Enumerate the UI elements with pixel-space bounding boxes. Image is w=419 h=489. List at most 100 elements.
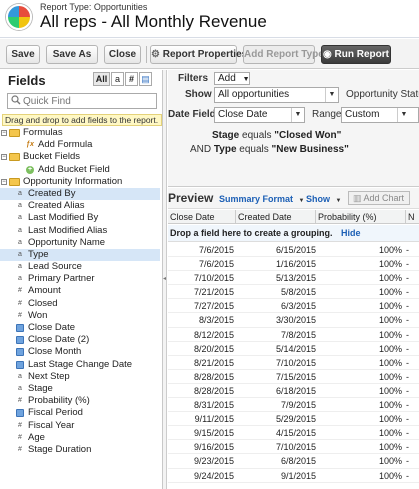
table-cell: 6/18/2015 xyxy=(275,385,316,396)
table-row: 9/16/2015 7/10/2015 100% - xyxy=(168,440,419,455)
date-field-icon xyxy=(16,348,24,357)
filter-text-icon[interactable]: a xyxy=(111,72,124,86)
table-cell: 5/14/2015 xyxy=(275,343,316,354)
show-label: Show xyxy=(185,89,212,100)
run-report-button[interactable]: ◉ Run Report xyxy=(321,45,391,64)
field-item[interactable]: Fiscal Period xyxy=(0,407,160,419)
filters-panel: Filters Add ▼ Show All opportunities ▼ O… xyxy=(168,70,419,187)
field-item-label: Fiscal Year xyxy=(28,419,75,431)
number-field-icon: # xyxy=(18,287,22,295)
field-item-label: Last Modified By xyxy=(28,212,99,224)
run-icon: ◉ xyxy=(323,49,332,60)
table-cell: - xyxy=(406,287,409,298)
field-item[interactable]: Close Date xyxy=(0,322,160,334)
field-item[interactable]: # Stage Duration xyxy=(0,444,160,456)
field-item[interactable]: a Last Modified Alias xyxy=(0,225,160,237)
column-header[interactable]: Created Date xyxy=(236,210,316,224)
number-field-icon: # xyxy=(18,421,22,429)
table-row: 7/27/2015 6/3/2015 100% - xyxy=(168,299,419,314)
panel-splitter[interactable]: ◂ xyxy=(163,70,167,489)
field-item[interactable]: Close Date (2) xyxy=(0,334,160,346)
field-folder[interactable]: − Opportunity Information xyxy=(0,176,160,188)
field-item[interactable]: Last Stage Change Date xyxy=(0,359,160,371)
field-item-label: Won xyxy=(28,309,48,321)
table-row: 8/28/2015 7/15/2015 100% - xyxy=(168,370,419,384)
filter-all-button[interactable]: All xyxy=(93,72,110,86)
table-cell: 7/9/2015 xyxy=(280,400,316,411)
save-button[interactable]: Save xyxy=(6,45,40,64)
column-header[interactable]: Close Date xyxy=(168,210,236,224)
text-field-icon: a xyxy=(18,384,22,392)
table-cell: 6/15/2015 xyxy=(275,245,316,255)
summary-format-menu[interactable]: Summary Format ▼ xyxy=(219,194,305,204)
table-cell: 9/16/2015 xyxy=(193,442,234,453)
table-row: 7/6/2015 1/16/2015 100% - xyxy=(168,257,419,272)
field-item-label: Created By xyxy=(28,187,76,199)
field-item[interactable]: ƒx Add Formula xyxy=(0,139,160,151)
field-item[interactable]: # Age xyxy=(0,432,160,444)
field-item[interactable]: # Won xyxy=(0,310,160,322)
grouping-drop-zone[interactable]: Drop a field here to create a grouping. … xyxy=(168,225,419,242)
filter-date-icon[interactable]: ▤ xyxy=(139,72,152,86)
show-menu[interactable]: Show ▼ xyxy=(306,194,341,204)
table-cell: - xyxy=(406,245,409,255)
field-item[interactable]: # Fiscal Year xyxy=(0,420,160,432)
table-row: 7/6/2015 6/15/2015 100% - xyxy=(168,243,419,258)
table-cell: - xyxy=(406,456,409,467)
table-cell: - xyxy=(406,357,409,368)
collapse-toggle-icon[interactable]: − xyxy=(1,130,7,136)
table-cell: 7/6/2015 xyxy=(198,259,234,270)
collapse-toggle-icon[interactable]: − xyxy=(1,154,7,161)
table-row: 9/24/2015 9/1/2015 100% - xyxy=(168,469,419,483)
table-cell: 7/6/2015 xyxy=(198,245,234,255)
field-item[interactable]: + Add Bucket Field xyxy=(0,164,160,176)
field-folder-label: Formulas xyxy=(23,127,63,138)
quick-find-input[interactable] xyxy=(23,95,153,107)
field-item[interactable]: a Next Step xyxy=(0,371,160,383)
show-select[interactable]: All opportunities ▼ xyxy=(214,87,339,103)
hide-link[interactable]: Hide xyxy=(341,228,361,238)
field-item[interactable]: # Amount xyxy=(0,285,160,297)
preview-header: Preview Summary Format ▼ Show ▼ ▥ Add Ch… xyxy=(168,188,419,209)
report-properties-button[interactable]: ⚙ Report Properties xyxy=(150,45,247,64)
field-folder[interactable]: − Formulas xyxy=(0,127,160,139)
date-field-icon xyxy=(16,409,24,418)
field-item[interactable]: a Last Modified By xyxy=(0,212,160,224)
table-cell: 100% xyxy=(378,414,402,425)
field-item[interactable]: a Created By xyxy=(0,187,160,201)
table-cell: 100% xyxy=(378,470,402,481)
field-item[interactable]: # Probability (%) xyxy=(0,395,160,407)
range-select[interactable]: Custom ▼ xyxy=(341,107,419,123)
field-folder[interactable]: − Bucket Fields xyxy=(0,151,160,163)
filter-number-icon[interactable]: # xyxy=(125,72,138,86)
table-cell: 5/8/2015 xyxy=(280,287,316,298)
criteria-2-operator: equals xyxy=(239,144,269,155)
field-item[interactable]: a Primary Partner xyxy=(0,273,160,285)
add-filter-button[interactable]: Add ▼ xyxy=(214,72,250,85)
date-field-icon xyxy=(16,336,24,345)
range-label: Range xyxy=(312,109,342,120)
collapse-arrow-icon[interactable]: ◂ xyxy=(163,275,167,282)
add-chart-button[interactable]: ▥ Add Chart xyxy=(348,191,410,205)
table-cell: 100% xyxy=(378,315,402,326)
criteria-2-field: Type xyxy=(213,144,237,155)
field-item[interactable]: a Opportunity Name xyxy=(0,237,160,249)
table-row: 9/11/2015 5/29/2015 100% - xyxy=(168,412,419,427)
table-cell: 9/11/2015 xyxy=(194,414,234,425)
field-item[interactable]: # Closed xyxy=(0,298,160,310)
table-cell: - xyxy=(406,315,409,326)
close-button[interactable]: Close xyxy=(104,45,141,64)
field-item[interactable]: a Type xyxy=(0,248,160,262)
field-item[interactable]: a Stage xyxy=(0,383,160,395)
column-header[interactable]: Probability (%) xyxy=(316,210,406,224)
collapse-toggle-icon[interactable]: − xyxy=(1,178,7,185)
column-header[interactable]: N xyxy=(406,210,419,224)
quick-find-box[interactable] xyxy=(7,93,157,109)
field-item[interactable]: a Created Alias xyxy=(0,200,160,212)
save-as-button[interactable]: Save As xyxy=(46,45,98,64)
date-field-select[interactable]: Close Date ▼ xyxy=(214,107,305,123)
show-select-value: All opportunities xyxy=(218,89,290,100)
add-report-type-button[interactable]: Add Report Type xyxy=(243,45,324,64)
field-item[interactable]: Close Month xyxy=(0,346,160,358)
field-item[interactable]: a Lead Source xyxy=(0,261,160,273)
